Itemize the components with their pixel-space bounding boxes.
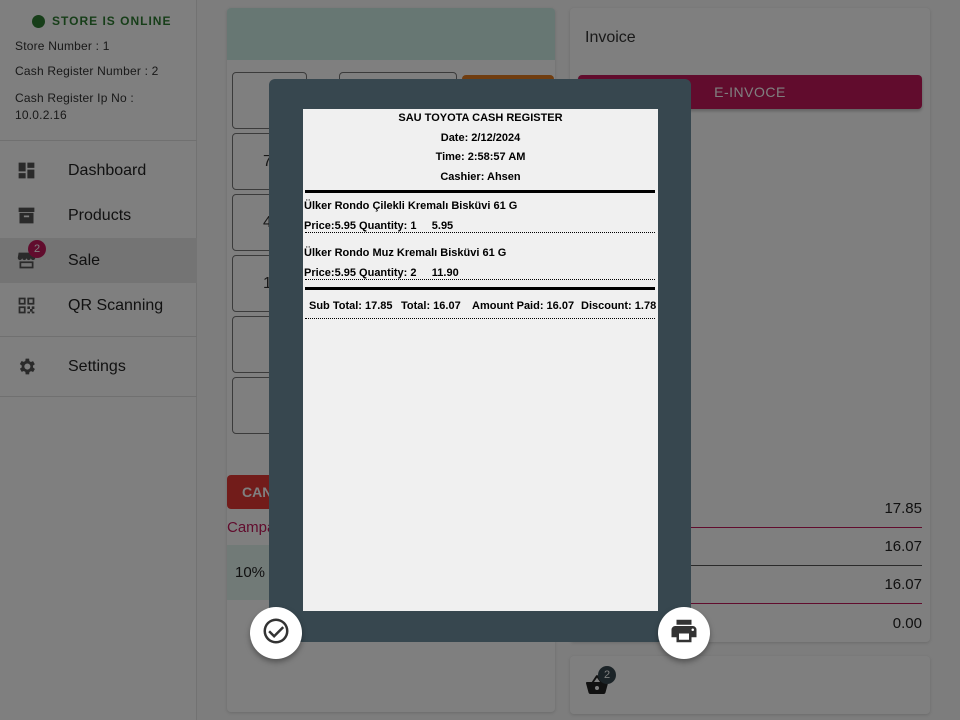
printer-icon	[669, 616, 699, 651]
receipt-total: Total: 16.07	[401, 300, 461, 312]
receipt-item-divider	[305, 279, 655, 280]
receipt-item-name: Ülker Rondo Muz Kremalı Bisküvi 61 G	[304, 247, 507, 259]
check-circle-icon	[261, 616, 291, 651]
receipt-item-detail: Price:5.95 Quantity: 1 5.95	[304, 220, 454, 232]
receipt-time: Time: 2:58:57 AM	[435, 151, 526, 163]
receipt-item-detail: Price:5.95 Quantity: 2 11.90	[304, 267, 459, 279]
receipt-item-divider	[305, 232, 655, 233]
receipt-divider	[305, 287, 655, 290]
confirm-button[interactable]	[250, 607, 302, 659]
receipt-item-name: Ülker Rondo Çilekli Kremalı Bisküvi 61 G	[304, 200, 518, 212]
receipt-cashier: Cashier: Ahsen	[440, 171, 521, 183]
receipt-summary-divider	[305, 318, 655, 319]
receipt-paper: SAU TOYOTA CASH REGISTER Date: 2/12/2024…	[303, 109, 658, 611]
receipt-title: SAU TOYOTA CASH REGISTER	[398, 112, 563, 124]
receipt-subtotal: Sub Total: 17.85	[309, 300, 393, 312]
receipt-discount: Discount: 1.78	[581, 300, 657, 312]
receipt-date: Date: 2/12/2024	[440, 132, 521, 144]
print-button[interactable]	[658, 607, 710, 659]
receipt-amount-paid: Amount Paid: 16.07	[472, 300, 575, 312]
receipt-divider	[305, 190, 655, 193]
